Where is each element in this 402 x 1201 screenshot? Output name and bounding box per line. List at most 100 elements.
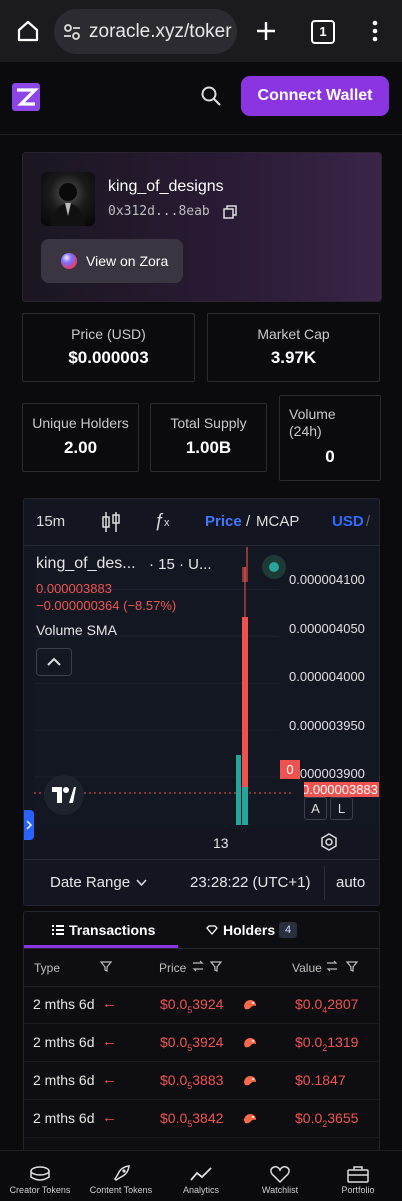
table-row[interactable]: 2 mths 6d ← $0.053842 $0.023655	[24, 1100, 379, 1138]
market-status-icon	[262, 555, 286, 579]
tx-value: $0.021319	[295, 1034, 358, 1053]
volume-value: 0	[325, 447, 335, 466]
mcap-mode-toggle[interactable]: MCAP	[256, 513, 299, 530]
nav-content-label: Content Tokens	[89, 1185, 153, 1195]
nav-watchlist[interactable]: Watchlist	[240, 1151, 320, 1201]
filter-icon[interactable]	[100, 961, 112, 972]
more-options-icon[interactable]	[371, 19, 379, 43]
market-cap-label: Market Cap	[257, 326, 330, 342]
analytics-icon	[190, 1167, 212, 1181]
home-icon[interactable]	[16, 19, 40, 43]
tab-transactions-label: Transactions	[69, 922, 156, 938]
price-mode-toggle[interactable]: Price	[205, 513, 242, 530]
nav-portfolio-label: Portfolio	[341, 1185, 375, 1195]
y-axis-label: 0.000003900	[289, 766, 365, 781]
nav-creator-label: Creator Tokens	[9, 1185, 71, 1195]
zoracle-logo[interactable]	[12, 83, 40, 111]
x-axis-tick: 13	[213, 835, 229, 851]
supply-label: Total Supply	[170, 415, 247, 431]
nav-watchlist-label: Watchlist	[261, 1185, 299, 1195]
nav-analytics[interactable]: Analytics	[161, 1151, 241, 1201]
holders-count-badge: 4	[279, 922, 297, 938]
y-axis-label: 0.000004100	[289, 572, 365, 587]
chevron-up-icon	[47, 657, 61, 666]
auto-scale-toggle[interactable]: auto	[336, 874, 365, 891]
table-row[interactable]: 2 mths 6d ← $0.053883 $0.1847	[24, 1062, 379, 1100]
filter-icon[interactable]	[210, 961, 222, 972]
nav-analytics-label: Analytics	[182, 1185, 219, 1195]
coins-icon	[30, 1166, 50, 1181]
tab-transactions[interactable]: Transactions	[24, 912, 178, 948]
sidebar-toggle[interactable]	[24, 810, 34, 840]
date-range-bar: Date Range 23:28:22 (UTC+1) auto	[24, 859, 379, 905]
table-row[interactable]: 2 mths 6d ← $0.053924 $0.042807	[24, 986, 379, 1024]
copy-icon[interactable]	[223, 205, 237, 219]
column-value: Value	[292, 961, 322, 975]
volume-bar	[242, 787, 248, 825]
y-axis-label: 0.000003950	[289, 718, 365, 733]
sort-icon[interactable]	[192, 960, 204, 972]
last-price-badge-text: 0.000003883	[304, 782, 378, 797]
creator-profile-card: king_of_designs 0x312d...8eab View on Zo…	[22, 152, 382, 302]
chart-canvas[interactable]: king_of_des... · 15 · U... 0.000003883 −…	[34, 547, 379, 829]
currency-separator: /	[366, 513, 371, 530]
legend-title: king_of_des...	[36, 555, 136, 572]
shrimp-icon	[244, 1114, 256, 1124]
candles-icon[interactable]	[101, 511, 121, 533]
diamond-icon	[206, 925, 218, 935]
bottom-navigation: Creator Tokens Content Tokens Analytics …	[0, 1150, 402, 1201]
nav-portfolio[interactable]: Portfolio	[318, 1151, 398, 1201]
nav-content-tokens[interactable]: Content Tokens	[81, 1151, 161, 1201]
search-icon[interactable]	[201, 86, 221, 106]
autoscale-a-button[interactable]: A	[304, 797, 327, 820]
column-type: Type	[34, 961, 61, 975]
tab-holders[interactable]: Holders 4	[194, 912, 344, 948]
shrimp-icon	[244, 1038, 256, 1048]
table-header: Type Price Value	[24, 948, 379, 987]
connect-wallet-button[interactable]: Connect Wallet	[241, 76, 389, 116]
tx-price-prefix: $0.0	[160, 1072, 188, 1088]
site-settings-icon[interactable]	[63, 23, 81, 41]
view-on-zora-label: View on Zora	[86, 253, 169, 269]
transactions-panel: Transactions Holders 4 Type Price Value …	[23, 911, 380, 1158]
tx-price-digits: 3842	[192, 1110, 224, 1126]
nav-creator-tokens[interactable]: Creator Tokens	[0, 1151, 80, 1201]
tx-price-digits: 3924	[192, 1034, 224, 1050]
tab-count-button[interactable]: 1	[311, 20, 335, 44]
tx-value-digits: 2807	[327, 996, 359, 1012]
chevron-down-icon[interactable]	[136, 879, 147, 887]
price-stat: Price (USD) $0.000003	[22, 313, 195, 382]
collapse-legend-button[interactable]	[36, 648, 72, 676]
date-range-dropdown[interactable]: Date Range	[50, 874, 130, 891]
list-icon	[52, 925, 64, 935]
url-bar[interactable]: zoracle.xyz/toker	[54, 9, 237, 54]
new-tab-icon[interactable]	[255, 20, 277, 42]
interval-selector[interactable]: 15m	[36, 513, 65, 530]
zora-orb-icon	[61, 253, 77, 269]
url-text[interactable]: zoracle.xyz/toker	[89, 21, 232, 43]
avatar	[41, 172, 95, 226]
shrimp-icon	[244, 1000, 256, 1010]
shrimp-icon	[244, 1076, 256, 1086]
volume-stat: Volume (24h) 0	[279, 395, 381, 481]
mode-separator: /	[246, 513, 251, 530]
tradingview-logo[interactable]	[44, 775, 84, 815]
sort-icon[interactable]	[326, 960, 338, 972]
table-row[interactable]: 2 mths 6d ← $0.053924 $0.021319	[24, 1024, 379, 1062]
view-on-zora-button[interactable]: View on Zora	[41, 239, 183, 283]
chart-settings-icon[interactable]	[320, 833, 338, 851]
tx-value: $0.042807	[295, 996, 358, 1015]
sell-arrow-icon: ←	[102, 1071, 117, 1088]
legend-change: −0.000000364 (−8.57%)	[36, 598, 177, 613]
briefcase-icon	[347, 1166, 369, 1183]
tx-value: $0.1847	[295, 1072, 346, 1091]
log-scale-button[interactable]: L	[330, 797, 353, 820]
tab-bar: Transactions Holders 4	[24, 912, 379, 949]
sell-arrow-icon: ←	[102, 1109, 117, 1126]
holders-stat: Unique Holders 2.00	[22, 403, 139, 472]
filter-icon[interactable]	[346, 961, 358, 972]
currency-toggle[interactable]: USD	[332, 513, 364, 530]
indicators-icon[interactable]: ƒx	[154, 510, 170, 531]
wallet-address: 0x312d...8eab	[108, 204, 210, 219]
heart-icon	[270, 1166, 290, 1183]
